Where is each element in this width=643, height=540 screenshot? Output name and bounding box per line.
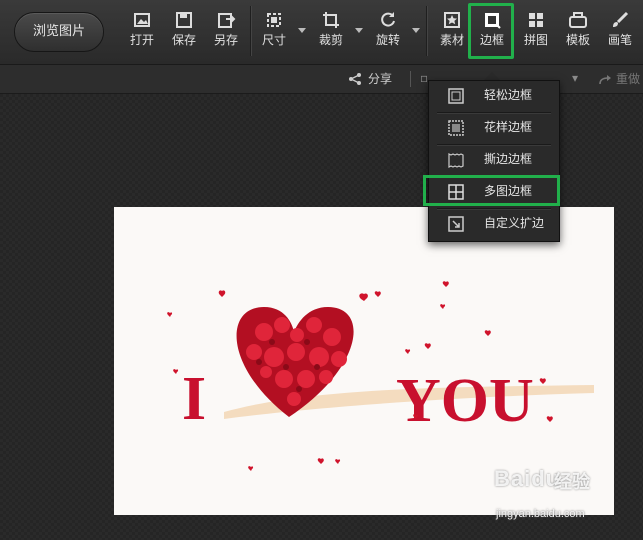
resize-icon [267,13,281,27]
redo-button[interactable]: 重做 [598,70,640,87]
photo-word-you: YOU [396,367,534,435]
rotate-dropdown-arrow-icon[interactable] [412,28,420,33]
menu-item-torn-edge-border[interactable]: 撕边边框 [429,144,559,175]
open-image-icon [134,13,150,27]
material-label: 素材 [439,33,464,47]
open-button[interactable]: 打开 [122,6,162,56]
collage-label: 拼图 [523,33,548,47]
material-button[interactable]: 素材 [432,6,472,56]
subbar-dropdown-arrow-icon[interactable]: ▾ [572,71,578,85]
menu-item-label: 轻松边框 [484,88,533,102]
simple-border-icon [448,88,464,104]
collage-button[interactable]: 拼图 [516,6,556,56]
pattern-border-icon [448,120,464,136]
size-label: 尺寸 [261,33,286,47]
watermark-url: jingyan.baidu.com [496,508,585,520]
subbar-divider [410,71,411,87]
rotate-button[interactable]: 旋转 [368,6,408,56]
menu-pointer [484,72,500,80]
photo-letter-i: I [182,365,206,433]
save-as-button[interactable]: 另存 [206,6,246,56]
torn-edge-border-icon [448,153,464,168]
redo-icon [599,75,611,85]
multi-image-border-highlight-box [423,175,560,206]
save-as-label: 另存 [213,33,238,47]
brush-label: 画笔 [607,33,632,47]
save-label: 保存 [171,33,196,47]
rotate-label: 旋转 [375,33,400,47]
rotate-icon [381,12,395,27]
star-sticker-icon [444,12,460,28]
baidu-jingyan-watermark: Baidu 经验 jingyan.baidu.com [494,466,624,526]
redo-label: 重做 [616,72,641,86]
menu-item-pattern-border[interactable]: 花样边框 [429,112,559,143]
size-dropdown-arrow-icon[interactable] [298,28,306,33]
grid-collage-icon [529,13,543,27]
crop-label: 裁剪 [318,33,343,47]
save-button[interactable]: 保存 [164,6,204,56]
watermark-logo: Baidu [494,466,561,491]
custom-expand-border-icon [448,216,464,232]
menu-item-simple-border[interactable]: 轻松边框 [429,80,559,111]
menu-item-custom-expand-border[interactable]: 自定义扩边 [429,208,559,239]
template-label: 模板 [565,33,590,47]
share-button[interactable]: 分享 [348,70,392,87]
menu-item-label: 花样边框 [484,120,533,134]
brush-icon [613,11,629,27]
brush-button[interactable]: 画笔 [600,6,640,56]
share-label: 分享 [368,72,393,86]
size-button[interactable]: 尺寸 [254,6,294,56]
template-button[interactable]: 模板 [558,6,598,56]
watermark-sub: 经验 [554,472,590,492]
border-tool-highlight-box [468,3,514,59]
menu-item-label: 自定义扩边 [484,216,545,230]
border-dropdown-menu: 轻松边框 花样边框 撕边边框 多图边框 自定义扩边 [428,80,560,242]
share-icon [349,73,361,85]
crop-dropdown-arrow-icon[interactable] [355,28,363,33]
save-as-icon [218,13,236,28]
menu-item-label: 撕边边框 [484,152,533,166]
open-label: 打开 [129,33,154,47]
crop-button[interactable]: 裁剪 [311,6,351,56]
template-icon [569,12,587,28]
browse-images-button[interactable]: 浏览图片 [14,12,104,52]
top-toolbar: 浏览图片 打开 保存 另存 尺寸 裁剪 旋转 素材 边框 拼图 模板 画笔 [0,0,643,65]
crop-icon [323,12,339,28]
save-icon [176,12,192,28]
obscured-subbar-item: ▫ [420,71,429,85]
